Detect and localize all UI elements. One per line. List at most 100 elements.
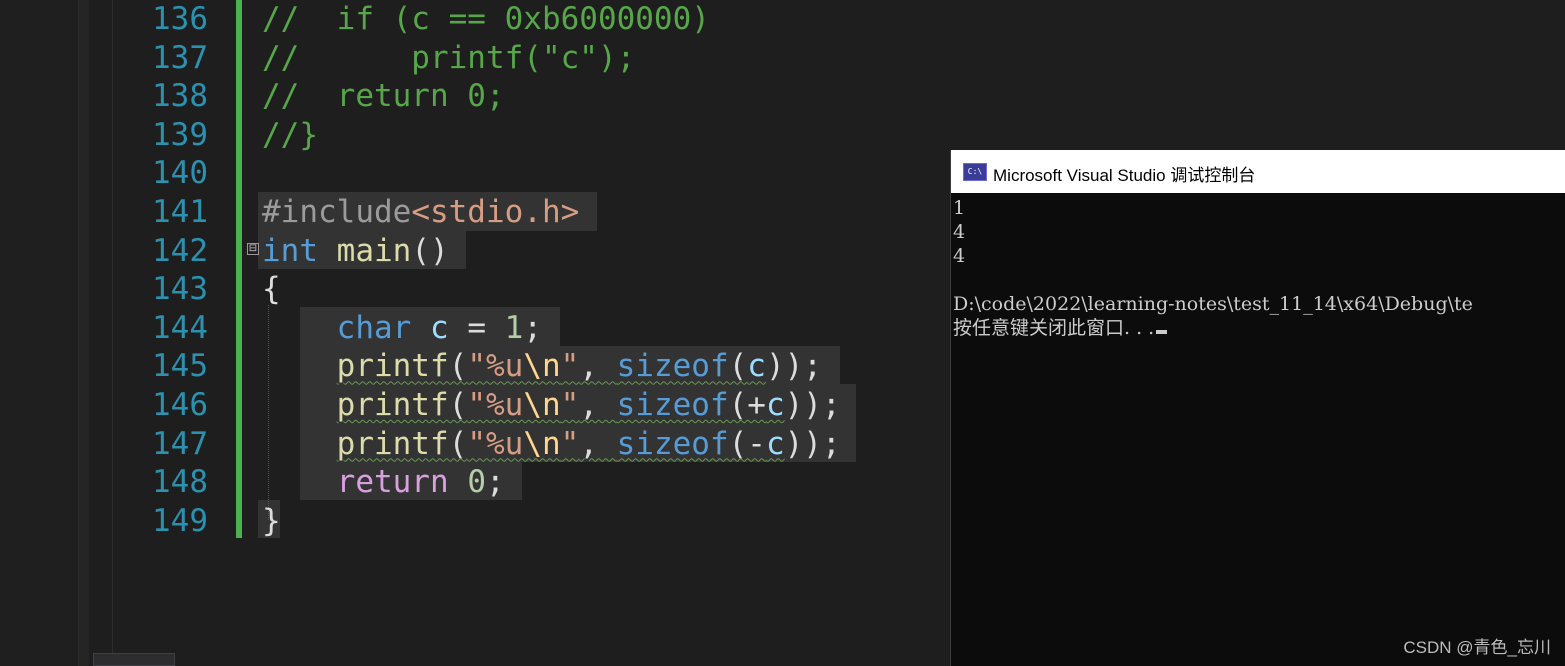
line-number: 141	[152, 194, 208, 230]
code-token: \n	[523, 348, 561, 385]
code-token: ,	[579, 348, 617, 385]
code-token: printf	[336, 348, 449, 385]
code-token: c	[747, 348, 766, 385]
code-line[interactable]: 146 printf("%u\n", sizeof(+c));	[0, 386, 950, 424]
code-token: (	[448, 387, 468, 423]
console-output-line: 4	[953, 245, 966, 267]
code-text: printf("%u\n", sizeof(c));	[262, 347, 822, 385]
code-text: return 0;	[262, 463, 505, 501]
code-token: printf	[336, 425, 449, 462]
watermark: CSDN @青色_忘川	[1403, 638, 1551, 657]
zoom-dropdown[interactable]	[93, 653, 175, 666]
code-line[interactable]: 136 // if (c == 0xb6000000)	[0, 0, 950, 38]
code-token: (	[448, 425, 468, 462]
line-number: 138	[152, 78, 208, 115]
code-token: char	[336, 309, 412, 346]
code-token: "	[560, 387, 580, 423]
code-token: sizeof	[616, 348, 729, 385]
code-token: "	[560, 348, 580, 385]
code-line[interactable]: 139 //}	[0, 116, 950, 154]
code-token: "%u	[467, 425, 524, 462]
console-title-bar[interactable]: C:\ Microsoft Visual Studio 调试控制台	[951, 150, 1565, 193]
code-token: ));	[765, 348, 822, 385]
code-token: "	[560, 425, 580, 462]
code-text: // if (c == 0xb6000000)	[262, 0, 710, 38]
code-text: #include<stdio.h>	[262, 193, 598, 231]
line-number: 149	[152, 502, 208, 539]
line-number: 142	[152, 232, 208, 269]
code-token: ));	[784, 425, 841, 462]
code-text: // return 0;	[262, 77, 505, 115]
code-line[interactable]: 142 int main()	[0, 232, 950, 270]
line-number: 139	[152, 116, 208, 153]
code-token: ,	[579, 387, 617, 423]
code-token: ));	[784, 387, 841, 423]
code-token: 0	[467, 464, 486, 501]
line-number: 143	[152, 271, 208, 308]
code-line[interactable]: 143 {	[0, 270, 950, 308]
code-token: c	[765, 387, 785, 423]
code-token: int	[262, 232, 318, 269]
code-line[interactable]: 137 // printf("c");	[0, 39, 950, 77]
code-token: ()	[411, 232, 449, 269]
console-cursor	[1156, 330, 1168, 334]
line-number: 147	[152, 425, 208, 462]
code-token: \n	[523, 387, 561, 423]
console-output-line: 4	[953, 221, 966, 243]
code-token: \n	[523, 425, 561, 462]
code-token: <stdio.h>	[411, 194, 580, 230]
console-output: 144 D:\code\2022\learning-notes\test_11_…	[953, 196, 1473, 340]
console-output-line: 按任意键关闭此窗口. . .	[953, 316, 1473, 340]
code-token: sizeof	[616, 425, 729, 462]
code-text: int main()	[262, 232, 449, 270]
code-editor[interactable]: ⊟ 136// if (c == 0xb6000000) 137// printf…	[0, 0, 950, 666]
code-token: // if (c == 0xb6000000)	[262, 1, 710, 37]
console-title: Microsoft Visual Studio 调试控制台	[993, 166, 1256, 185]
code-line[interactable]: 144 char c = 1;	[0, 309, 950, 347]
code-line[interactable]: 138 // return 0;	[0, 77, 950, 115]
code-token: // return 0;	[262, 78, 505, 115]
code-text: printf("%u\n", sizeof(-c));	[262, 425, 841, 463]
console-output-line: D:\code\2022\learning-notes\test_11_14\x…	[953, 293, 1473, 315]
code-token: c	[429, 309, 449, 346]
code-token: (	[728, 348, 748, 385]
code-line[interactable]: 149}	[0, 502, 950, 540]
line-number: 144	[152, 309, 208, 346]
code-token: main	[336, 232, 412, 269]
code-line[interactable]: 147 printf("%u\n", sizeof(-c));	[0, 425, 950, 463]
code-token: ;	[485, 464, 505, 501]
code-token: {	[262, 271, 281, 308]
code-token: (	[448, 348, 468, 385]
debug-console-window[interactable]: C:\ Microsoft Visual Studio 调试控制台 144 D:…	[950, 150, 1565, 666]
code-token: //}	[262, 116, 318, 153]
code-token: "%u	[467, 348, 524, 385]
code-text: printf("%u\n", sizeof(+c));	[262, 386, 841, 424]
code-token: #include	[262, 194, 412, 230]
line-number: 145	[152, 348, 208, 385]
code-line[interactable]: 145 printf("%u\n", sizeof(c));	[0, 347, 950, 385]
line-number: 140	[152, 155, 208, 192]
code-token: =	[448, 309, 505, 346]
console-app-icon: C:\	[963, 163, 987, 181]
line-number: 137	[152, 39, 208, 76]
console-output-line: 1	[953, 197, 966, 219]
code-text: char c = 1;	[262, 309, 542, 347]
code-line[interactable]: 140	[0, 154, 950, 192]
code-token: return	[336, 464, 449, 501]
code-line[interactable]: 141 #include<stdio.h>	[0, 193, 950, 231]
code-token: // printf("c");	[262, 39, 636, 76]
code-token: (+	[728, 387, 766, 423]
code-token: }	[262, 502, 281, 539]
code-line[interactable]: 148 return 0;	[0, 463, 950, 501]
line-number: 148	[152, 464, 208, 501]
code-token: 1	[504, 309, 524, 346]
code-text: //}	[262, 116, 318, 154]
